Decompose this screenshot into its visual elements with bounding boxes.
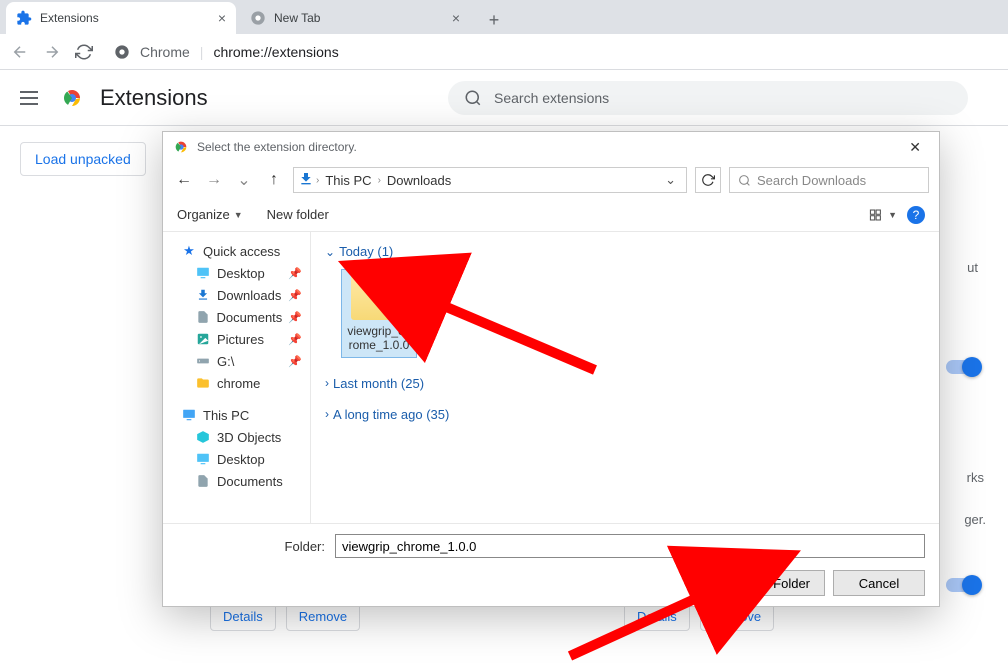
breadcrumb-segment[interactable]: This PC xyxy=(321,171,375,190)
file-dialog: Select the extension directory. ✕ ← → ⌄ … xyxy=(162,131,940,607)
chevron-right-icon: › xyxy=(325,376,329,390)
tab-title: Extensions xyxy=(40,11,99,25)
chevron-down-icon: ▼ xyxy=(888,210,897,220)
breadcrumb-dropdown[interactable]: ⌄ xyxy=(659,172,682,188)
documents-icon xyxy=(195,473,211,489)
menu-icon[interactable] xyxy=(20,86,44,110)
documents-icon xyxy=(195,309,211,325)
drive-icon xyxy=(195,353,211,369)
pin-icon: 📌 xyxy=(288,289,302,302)
desktop-icon xyxy=(195,451,211,467)
group-today[interactable]: ⌄ Today (1) xyxy=(325,240,925,263)
cancel-button[interactable]: Cancel xyxy=(833,570,925,596)
tab-new[interactable]: New Tab × xyxy=(240,2,470,34)
tab-strip: Extensions × New Tab × + xyxy=(0,0,1008,34)
folder-icon xyxy=(195,375,211,391)
tree-quick-access[interactable]: ★ Quick access xyxy=(167,240,306,262)
tree-3d-objects[interactable]: 3D Objects xyxy=(167,426,306,448)
back-button[interactable] xyxy=(10,42,30,62)
folder-label: Folder: xyxy=(177,539,325,554)
search-extensions-input[interactable]: Search extensions xyxy=(448,81,968,115)
downloads-icon xyxy=(195,287,211,303)
breadcrumb-segment[interactable]: Downloads xyxy=(383,171,455,190)
group-long-ago[interactable]: › A long time ago (35) xyxy=(325,403,925,426)
downloads-icon xyxy=(298,171,314,190)
close-icon[interactable]: × xyxy=(218,10,226,26)
forward-button[interactable] xyxy=(42,42,62,62)
chrome-logo-icon xyxy=(60,86,84,110)
dialog-search-input[interactable]: Search Downloads xyxy=(729,167,929,193)
tree-this-pc[interactable]: This PC xyxy=(167,404,306,426)
new-tab-button[interactable]: + xyxy=(480,6,508,34)
search-icon xyxy=(738,174,751,187)
dialog-toolbar: Organize ▼ New folder ▼ ? xyxy=(163,198,939,232)
select-folder-button[interactable]: Select Folder xyxy=(718,570,825,596)
pictures-icon xyxy=(195,331,211,347)
dialog-title: Select the extension directory. xyxy=(197,140,357,154)
load-unpacked-button[interactable]: Load unpacked xyxy=(20,142,146,176)
recent-dropdown[interactable]: ⌄ xyxy=(233,169,255,191)
tree-pictures[interactable]: Pictures 📌 xyxy=(167,328,306,350)
desktop-icon xyxy=(195,265,211,281)
breadcrumb[interactable]: › This PC › Downloads ⌄ xyxy=(293,167,687,193)
dialog-footer: Folder: Select Folder Cancel xyxy=(163,523,939,606)
tab-title: New Tab xyxy=(274,11,320,25)
folder-input[interactable] xyxy=(335,534,925,558)
search-icon xyxy=(464,89,482,107)
pin-icon: 📌 xyxy=(288,333,302,346)
back-button[interactable]: ← xyxy=(173,169,195,191)
new-folder-button[interactable]: New folder xyxy=(267,207,329,222)
url-text: chrome://extensions xyxy=(213,44,338,60)
browser-toolbar: Chrome | chrome://extensions xyxy=(0,34,1008,70)
dialog-nav: ← → ⌄ ↑ › This PC › Downloads ⌄ Search D… xyxy=(163,162,939,198)
pin-icon: 📌 xyxy=(288,311,302,324)
scheme-label: Chrome xyxy=(140,44,190,60)
chevron-right-icon: › xyxy=(325,407,329,421)
chevron-down-icon: ⌄ xyxy=(325,245,335,259)
pin-icon: 📌 xyxy=(288,355,302,368)
address-bar[interactable]: Chrome | chrome://extensions xyxy=(106,44,998,60)
3d-objects-icon xyxy=(195,429,211,445)
extensions-header: Extensions Search extensions xyxy=(0,70,1008,126)
star-icon: ★ xyxy=(181,243,197,259)
card-text-fragment: rks xyxy=(967,470,984,485)
folder-icon xyxy=(351,274,407,320)
puzzle-icon xyxy=(16,10,32,26)
close-button[interactable]: ✕ xyxy=(901,135,929,160)
card-text-fragment: ger. xyxy=(964,512,986,527)
search-placeholder: Search extensions xyxy=(494,90,609,106)
dialog-body: ★ Quick access Desktop 📌 Downloads 📌 xyxy=(163,232,939,523)
reload-button[interactable] xyxy=(74,42,94,62)
chrome-icon xyxy=(173,139,189,155)
tree-desktop[interactable]: Desktop 📌 xyxy=(167,262,306,284)
group-last-month[interactable]: › Last month (25) xyxy=(325,372,925,395)
refresh-button[interactable] xyxy=(695,167,721,193)
folder-item-viewgrip[interactable]: viewgrip_chrome_1.0.0 xyxy=(341,269,417,358)
file-pane[interactable]: ⌄ Today (1) viewgrip_chrome_1.0.0 › Last… xyxy=(311,232,939,523)
tree-chrome-folder[interactable]: chrome xyxy=(167,372,306,394)
pin-icon: 📌 xyxy=(288,267,302,280)
close-icon[interactable]: × xyxy=(452,10,460,26)
help-button[interactable]: ? xyxy=(907,206,925,224)
dialog-titlebar: Select the extension directory. ✕ xyxy=(163,132,939,162)
chevron-down-icon: ▼ xyxy=(234,210,243,220)
tree-desktop2[interactable]: Desktop xyxy=(167,448,306,470)
chrome-gray-icon xyxy=(250,10,266,26)
up-button[interactable]: ↑ xyxy=(263,169,285,191)
chrome-icon xyxy=(114,44,130,60)
forward-button[interactable]: → xyxy=(203,169,225,191)
tree-documents2[interactable]: Documents xyxy=(167,470,306,492)
tree-documents[interactable]: Documents 📌 xyxy=(167,306,306,328)
page-title: Extensions xyxy=(100,85,208,111)
organize-dropdown[interactable]: Organize ▼ xyxy=(177,207,243,222)
tree-g-drive[interactable]: G:\ 📌 xyxy=(167,350,306,372)
card-text-fragment: ut xyxy=(967,260,978,275)
search-placeholder: Search Downloads xyxy=(757,173,866,188)
tab-extensions[interactable]: Extensions × xyxy=(6,2,236,34)
pc-icon xyxy=(181,407,197,423)
view-options-button[interactable]: ▼ xyxy=(869,206,897,224)
folder-tree[interactable]: ★ Quick access Desktop 📌 Downloads 📌 xyxy=(163,232,311,523)
tree-downloads[interactable]: Downloads 📌 xyxy=(167,284,306,306)
